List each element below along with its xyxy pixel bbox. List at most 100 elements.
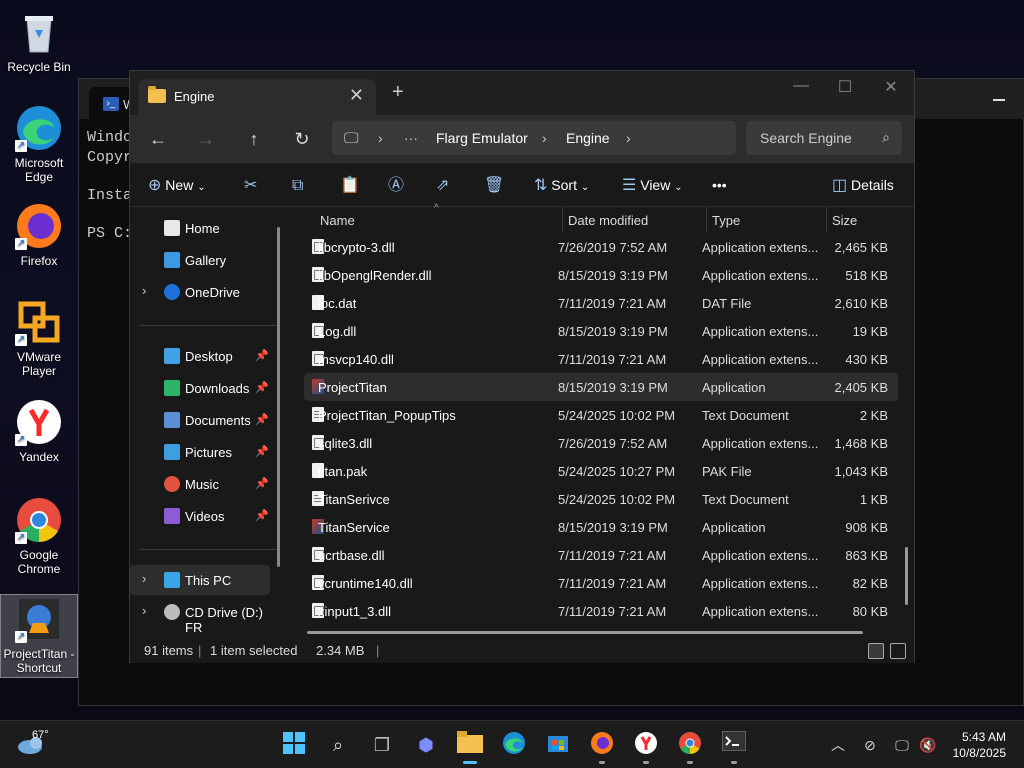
breadcrumb-engine[interactable]: Engine (566, 130, 610, 146)
clock[interactable]: 5:43 AM 10/8/2025 (953, 729, 1006, 761)
maximize-button[interactable]: ☐ (830, 77, 860, 101)
up-button[interactable]: ↑ (240, 125, 268, 153)
terminal-minimize-button[interactable] (993, 99, 1005, 101)
desktop-icon-edge[interactable]: ↗ Microsoft Edge (0, 104, 78, 184)
task-view-button[interactable]: ❐ (368, 731, 396, 759)
close-tab-button[interactable]: ✕ (349, 85, 364, 106)
view-button[interactable]: ☰ View ⌄ (622, 173, 683, 197)
sort-button[interactable]: ⇅ Sort ⌄ (534, 173, 589, 197)
copy-button[interactable]: ⧉ (292, 173, 303, 197)
nav-item-onedrive[interactable]: › OneDrive (130, 277, 270, 307)
forward-button[interactable]: → (192, 125, 220, 153)
desktop-icon-project-titan[interactable]: ↗ ProjectTitan - Shortcut (0, 594, 78, 678)
file-row[interactable]: loc.dat 7/11/2019 7:21 AM DAT File 2,610 KB (304, 289, 898, 317)
column-separator[interactable] (706, 207, 707, 233)
nav-item-videos[interactable]: Videos 📌 (130, 501, 270, 531)
desktop-icon-yandex[interactable]: ↗ Yandex (0, 398, 78, 464)
tiles-view-button[interactable] (890, 643, 906, 659)
rename-button[interactable]: Ⓐ (388, 173, 404, 197)
file-explorer-taskbar-button[interactable] (456, 731, 484, 764)
column-size[interactable]: Size (832, 213, 857, 228)
file-row[interactable]: vcruntime140.dll 7/11/2019 7:21 AM Applica… (304, 569, 898, 597)
nav-item-music[interactable]: Music 📌 (130, 469, 270, 499)
paste-button[interactable]: 📋 (340, 173, 360, 197)
tab-engine[interactable]: Engine ✕ (138, 79, 376, 115)
nav-item-this-pc[interactable]: › This PC (130, 565, 270, 595)
file-row[interactable]: Log.dll 8/15/2019 3:19 PM Application exte… (304, 317, 898, 345)
file-name: ProjectTitan (318, 380, 387, 395)
file-row[interactable]: titan.pak 5/24/2025 10:27 PM PAK File 1,043… (304, 457, 898, 485)
file-row[interactable]: ucrtbase.dll 7/11/2019 7:21 AM Application… (304, 541, 898, 569)
desktop-icon-recycle-bin[interactable]: Recycle Bin (0, 8, 78, 74)
file-explorer-window[interactable]: Engine ✕ + — ☐ ✕ ← → ↑ ↻ 🖵 › ··· Flarg E… (129, 70, 915, 663)
nav-item-pictures[interactable]: Pictures 📌 (130, 437, 270, 467)
file-row[interactable]: xinput1_3.dll 7/11/2019 7:21 AM Applicatio… (304, 597, 898, 625)
file-row[interactable]: ProjectTitan 8/15/2019 3:19 PM Application… (304, 373, 898, 401)
yandex-taskbar-button[interactable] (632, 731, 660, 764)
column-date-modified[interactable]: Date modified (568, 213, 648, 228)
chrome-taskbar-button[interactable] (676, 731, 704, 764)
firefox-taskbar-button[interactable] (588, 731, 616, 764)
address-bar[interactable]: 🖵 › ··· Flarg Emulator › Engine › (332, 121, 736, 155)
new-button[interactable]: ⊕ New ⌄ (148, 173, 206, 197)
nav-item-cd-drive[interactable]: › CD Drive (D:) FR (130, 597, 270, 635)
back-button[interactable]: ← (144, 125, 172, 153)
details-pane-button[interactable]: ◫ Details (832, 173, 894, 197)
details-view-button[interactable] (868, 643, 884, 659)
refresh-button[interactable]: ↻ (288, 125, 316, 153)
minimize-button[interactable]: — (786, 77, 816, 101)
column-name[interactable]: Name (320, 213, 355, 228)
delete-button[interactable]: 🗑 (484, 173, 504, 197)
share-button[interactable]: ⇗ (436, 173, 449, 197)
file-row[interactable]: libOpenglRender.dll 8/15/2019 3:19 PM Appl… (304, 261, 898, 289)
desktop-icon-label: Recycle Bin (7, 60, 71, 74)
file-row[interactable]: TitanService 8/15/2019 3:19 PM Application… (304, 513, 898, 541)
new-tab-button[interactable]: + (392, 81, 404, 104)
desktop-icon-chrome[interactable]: ↗ Google Chrome (0, 496, 78, 576)
file-row[interactable]: sqlite3.dll 7/26/2019 7:52 AM Application … (304, 429, 898, 457)
column-separator[interactable] (826, 207, 827, 233)
edge-taskbar-button[interactable] (500, 731, 528, 759)
network-button[interactable]: ⊘ (856, 731, 884, 759)
close-window-button[interactable]: ✕ (876, 77, 906, 101)
file-type: Application (702, 380, 766, 395)
file-row[interactable]: msvcp140.dll 7/11/2019 7:21 AM Application… (304, 345, 898, 373)
start-button[interactable] (280, 731, 308, 759)
search-box[interactable]: Search Engine ⌕ (746, 121, 902, 155)
show-hidden-icons-button[interactable]: ︿ (824, 731, 852, 759)
nav-item-desktop[interactable]: Desktop 📌 (130, 341, 270, 371)
chevron-right-icon[interactable]: › (142, 283, 146, 298)
nav-item-gallery[interactable]: Gallery (130, 245, 270, 275)
breadcrumb-flarg-emulator[interactable]: Flarg Emulator (436, 130, 528, 146)
copilot-button[interactable]: ⬢ (412, 731, 440, 759)
horizontal-scrollbar[interactable] (307, 631, 863, 634)
nav-item-documents[interactable]: Documents 📌 (130, 405, 270, 435)
store-taskbar-button[interactable] (544, 731, 572, 759)
file-row[interactable]: libcrypto-3.dll 7/26/2019 7:52 AM Applicat… (304, 233, 898, 261)
clock-time: 5:43 AM (961, 730, 1006, 744)
cut-button[interactable]: ✂ (244, 173, 257, 197)
nav-item-home[interactable]: Home (130, 213, 270, 243)
file-name: vcruntime140.dll (318, 576, 413, 591)
volume-button[interactable]: 🔇 (914, 731, 942, 759)
terminal-taskbar-button[interactable] (720, 730, 748, 764)
weather-widget[interactable]: 67° (16, 729, 56, 761)
more-options-button[interactable]: ••• (712, 173, 727, 197)
terminal-line: Insta (87, 187, 133, 204)
nav-scrollbar[interactable] (277, 227, 280, 567)
chevron-right-icon[interactable]: › (142, 603, 146, 618)
display-button[interactable]: 🖵 (888, 731, 916, 759)
chevron-right-icon[interactable]: › (142, 571, 146, 586)
vertical-scrollbar[interactable] (905, 547, 908, 605)
desktop-icon-vmware[interactable]: ↗ VMware Player (0, 298, 78, 378)
file-row[interactable]: TitanSerivce 5/24/2025 10:02 PM Text Docum… (304, 485, 898, 513)
file-row[interactable]: ProjectTitan_PopupTips 5/24/2025 10:02 PM… (304, 401, 898, 429)
search-button[interactable]: ⌕ (324, 731, 352, 759)
desktop-icon-firefox[interactable]: ↗ Firefox (0, 202, 78, 268)
column-type[interactable]: Type (712, 213, 740, 228)
address-ellipsis[interactable]: ··· (404, 130, 418, 146)
file-type: PAK File (702, 464, 752, 479)
title-bar[interactable]: Engine ✕ + — ☐ ✕ (130, 71, 914, 115)
column-separator[interactable] (562, 207, 563, 233)
nav-item-downloads[interactable]: Downloads 📌 (130, 373, 270, 403)
